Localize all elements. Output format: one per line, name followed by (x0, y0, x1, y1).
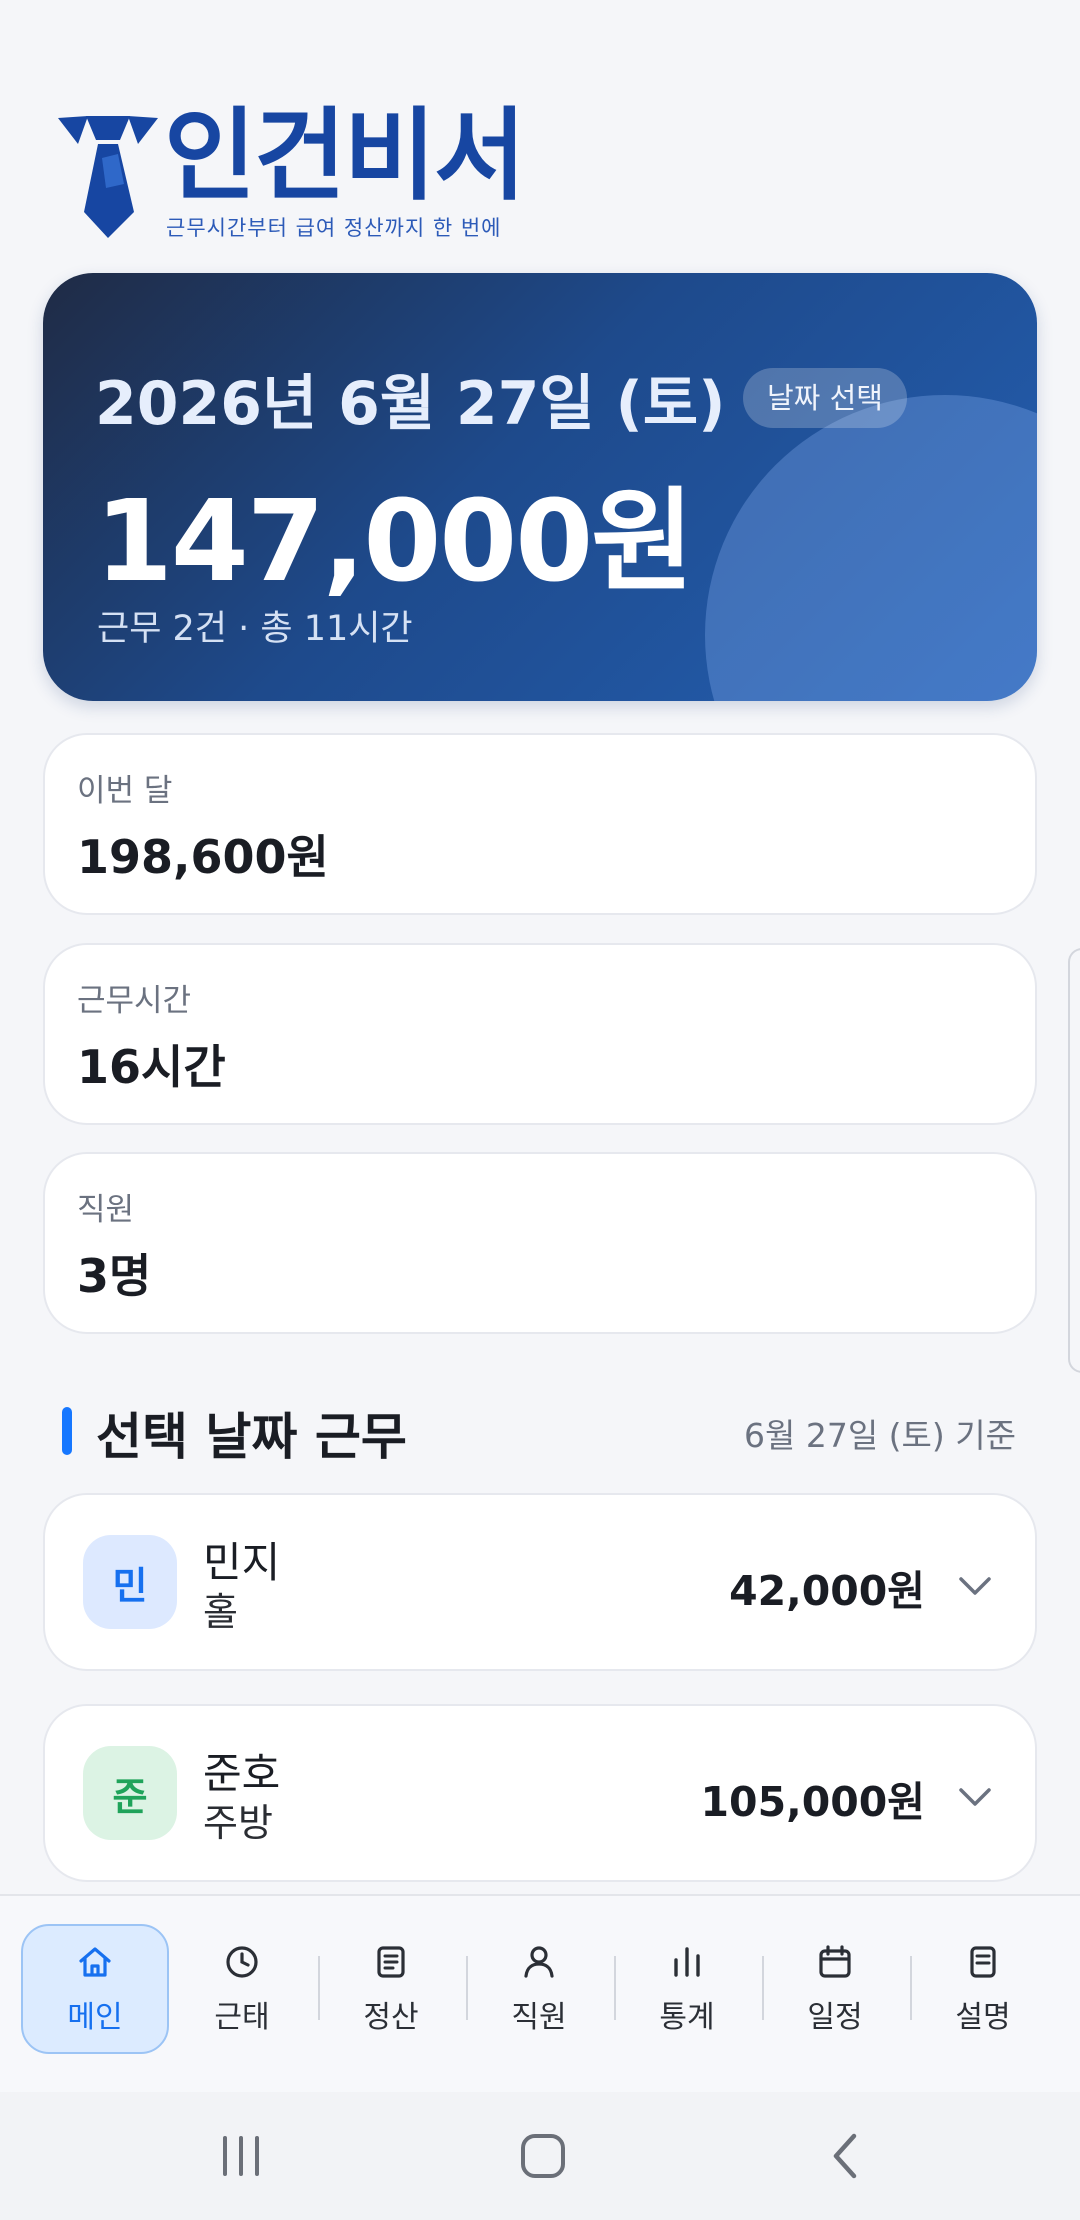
stat-value: 198,600원 (77, 830, 329, 884)
app-tagline: 근무시간부터 급여 정산까지 한 번에 (166, 216, 502, 240)
app-screen: 인건비서 근무시간부터 급여 정산까지 한 번에 2026년 6월 27일 (토… (0, 0, 1080, 2220)
nav-label: 근태 (214, 2000, 270, 2035)
work-item-junho[interactable]: 준 준호 주방 105,000원 (43, 1704, 1037, 1882)
clock-icon (226, 1946, 258, 1978)
section-accent-bar (62, 1407, 72, 1455)
app-name: 인건비서 (164, 97, 526, 214)
work-amount: 105,000원 (700, 1778, 925, 1826)
employee-role: 주방 (203, 1801, 273, 1845)
person-icon (524, 1946, 554, 1978)
stat-label: 이번 달 (77, 773, 173, 809)
stat-value: 16시간 (77, 1040, 226, 1094)
nav-label: 직원 (511, 2000, 567, 2035)
nav-item-main[interactable]: 메인 (21, 1924, 169, 2054)
calendar-icon (819, 1945, 851, 1978)
home-icon (79, 1947, 111, 1977)
side-panel-handle[interactable] (1068, 948, 1080, 1373)
daily-total-amount: 147,000원 (95, 477, 694, 607)
necktie-logo-icon (58, 116, 158, 238)
home-button-icon[interactable] (513, 2126, 573, 2186)
daily-summary-card: 2026년 6월 27일 (토) 날짜 선택 147,000원 근무 2건 · … (43, 273, 1037, 701)
stat-label: 근무시간 (77, 983, 192, 1019)
nav-label: 정산 (363, 2000, 419, 2035)
work-item-minji[interactable]: 민 민지 홀 42,000원 (43, 1493, 1037, 1671)
bottom-navigation: 메인 근태 정산 직원 통계 일정 설명 (0, 1894, 1080, 2092)
nav-item-settlement[interactable]: 정산 (317, 1924, 465, 2054)
work-amount: 42,000원 (729, 1567, 925, 1615)
recent-apps-icon[interactable] (211, 2126, 271, 2186)
daily-work-summary: 근무 2건 · 총 11시간 (97, 609, 413, 649)
section-title: 선택 날짜 근무 (96, 1408, 407, 1466)
stat-value: 3명 (77, 1249, 152, 1303)
decorative-circle (705, 395, 1037, 701)
stat-card-hours: 근무시간 16시간 (43, 943, 1037, 1125)
stat-label: 직원 (77, 1192, 135, 1228)
nav-label: 통계 (659, 2000, 715, 2035)
chevron-down-icon[interactable] (955, 1776, 995, 1816)
nav-item-attendance[interactable]: 근태 (168, 1924, 316, 2054)
nav-item-guide[interactable]: 설명 (909, 1924, 1057, 2054)
nav-item-schedule[interactable]: 일정 (761, 1924, 909, 2054)
avatar: 민 (83, 1535, 177, 1629)
nav-item-statistics[interactable]: 통계 (613, 1924, 761, 2054)
chevron-down-icon[interactable] (955, 1565, 995, 1605)
nav-label: 설명 (955, 2000, 1011, 2035)
nav-label: 메인 (67, 2000, 123, 2035)
date-select-button[interactable]: 날짜 선택 (743, 368, 907, 428)
bar-chart-icon (674, 1947, 700, 1977)
document-icon (377, 1946, 405, 1978)
system-navigation-bar (0, 2092, 1080, 2220)
avatar: 준 (83, 1746, 177, 1840)
nav-item-staff[interactable]: 직원 (465, 1924, 613, 2054)
section-date-basis: 6월 27일 (토) 기준 (743, 1416, 1016, 1455)
stat-card-month: 이번 달 198,600원 (43, 733, 1037, 915)
stat-card-staff: 직원 3명 (43, 1152, 1037, 1334)
employee-role: 홀 (203, 1590, 238, 1634)
selected-date: 2026년 6월 27일 (토) (95, 369, 726, 439)
back-icon[interactable] (816, 2126, 876, 2186)
note-icon (970, 1946, 996, 1978)
nav-label: 일정 (807, 2000, 863, 2035)
